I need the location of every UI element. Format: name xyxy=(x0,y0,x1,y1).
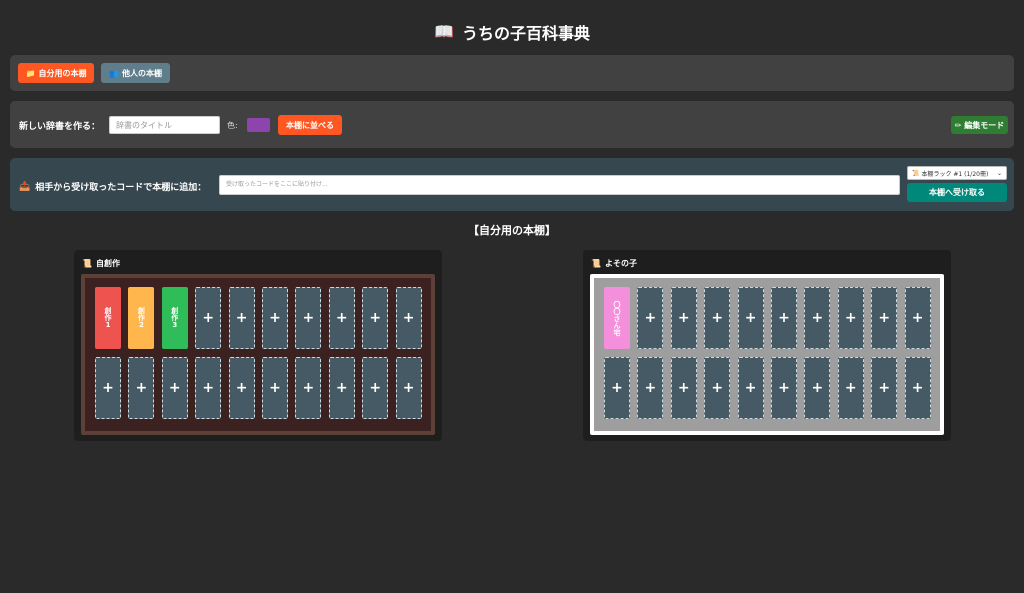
tab-own-label: 自分用の本棚 xyxy=(38,68,87,78)
empty-slot-add-button[interactable]: + xyxy=(737,287,764,349)
page-header: 📖 うちの子百科事典 xyxy=(0,20,1024,44)
empty-slot-add-button[interactable]: + xyxy=(804,357,831,419)
empty-slot-add-button[interactable]: + xyxy=(228,287,255,349)
empty-slot-add-button[interactable]: + xyxy=(195,357,222,419)
empty-slot-add-button[interactable]: + xyxy=(161,357,188,419)
empty-slot-add-button[interactable]: + xyxy=(904,287,931,349)
tab-others-label: 他人の本棚 xyxy=(121,68,162,78)
tab-own-shelf[interactable]: 📁 自分用の本棚 xyxy=(18,63,94,83)
empty-slot-add-button[interactable]: + xyxy=(195,287,222,349)
shelf-tabs-panel: 📁 自分用の本棚 👥 他人の本棚 xyxy=(10,55,1014,91)
empty-slot-add-button[interactable]: + xyxy=(737,357,764,419)
empty-slot-add-button[interactable]: + xyxy=(837,287,864,349)
book-spine[interactable]: 創作2 xyxy=(128,287,155,349)
add-to-shelf-button[interactable]: 本棚に並べる xyxy=(278,115,342,135)
empty-slot-add-button[interactable]: + xyxy=(362,287,389,349)
empty-slot-add-button[interactable]: + xyxy=(604,357,630,419)
book-spine[interactable]: 創作1 xyxy=(95,287,121,349)
chevron-down-icon: ⌄ xyxy=(996,169,1002,177)
empty-slot-add-button[interactable]: + xyxy=(904,357,931,419)
empty-slot-add-button[interactable]: + xyxy=(804,287,831,349)
shelf-title: よその子 xyxy=(604,259,637,268)
section-heading: 【自分用の本棚】 xyxy=(468,224,556,237)
rack-select-value: 本棚ラック #1 (1/20冊) xyxy=(921,170,989,178)
inbox-icon: 📥 xyxy=(19,181,31,192)
empty-slot-add-button[interactable]: + xyxy=(395,287,422,349)
scroll-icon: 📜 xyxy=(82,259,92,268)
empty-slot-add-button[interactable]: + xyxy=(704,287,731,349)
create-dictionary-panel: 新しい辞書を作る： 色: 本棚に並べる ✏ 編集モード xyxy=(10,101,1014,148)
empty-slot-add-button[interactable]: + xyxy=(128,357,155,419)
receive-code-panel: 📥 相手から受け取ったコードで本棚に追加： 📜 本棚ラック #1 (1/20冊)… xyxy=(10,158,1014,211)
empty-slot-add-button[interactable]: + xyxy=(637,357,664,419)
empty-slot-add-button[interactable]: + xyxy=(95,357,121,419)
empty-slot-add-button[interactable]: + xyxy=(871,357,898,419)
shelf-card-self: 📜 自創作 創作1 創作2 創作3 + + + + + + + + + + + + + + + + + xyxy=(74,250,442,441)
folder-icon: 📁 xyxy=(25,68,36,78)
code-input[interactable] xyxy=(219,175,900,195)
tab-others-shelf[interactable]: 👥 他人の本棚 xyxy=(101,63,170,83)
color-picker[interactable] xyxy=(247,118,270,132)
empty-slot-add-button[interactable]: + xyxy=(704,357,731,419)
empty-slot-add-button[interactable]: + xyxy=(328,357,355,419)
empty-slot-add-button[interactable]: + xyxy=(228,357,255,419)
empty-slot-add-button[interactable]: + xyxy=(362,357,389,419)
page-title: うちの子百科事典 xyxy=(461,24,590,43)
empty-slot-add-button[interactable]: + xyxy=(295,357,322,419)
shelf-header: 📜 よその子 xyxy=(591,258,637,269)
receive-label: 相手から受け取ったコードで本棚に追加： xyxy=(35,183,207,193)
shelf-title: 自創作 xyxy=(95,259,120,268)
empty-slot-add-button[interactable]: + xyxy=(670,357,697,419)
people-icon: 👥 xyxy=(109,68,119,78)
empty-slot-add-button[interactable]: + xyxy=(637,287,664,349)
receive-to-shelf-button[interactable]: 本棚へ受け取る xyxy=(907,183,1007,202)
empty-slot-add-button[interactable]: + xyxy=(262,287,288,349)
scroll-icon: 📜 xyxy=(912,169,920,177)
scroll-icon: 📜 xyxy=(591,259,601,268)
empty-slot-add-button[interactable]: + xyxy=(295,287,322,349)
empty-slot-add-button[interactable]: + xyxy=(837,357,864,419)
empty-slot-add-button[interactable]: + xyxy=(328,287,355,349)
bookshelf-rack: 創作1 創作2 創作3 + + + + + + + + + + + + + + + + + xyxy=(81,274,435,435)
new-dictionary-label: 新しい辞書を作る： xyxy=(19,122,101,132)
rack-select[interactable]: 📜 本棚ラック #1 (1/20冊) ⌄ xyxy=(907,166,1007,180)
book-spine[interactable]: 創作3 xyxy=(161,287,188,349)
empty-slot-add-button[interactable]: + xyxy=(670,287,697,349)
bookshelf-rack: 〇〇さん宅 + + + + + + + + + + + + + + + + + + + xyxy=(590,274,944,435)
book-spine[interactable]: 〇〇さん宅 xyxy=(604,287,630,349)
empty-slot-add-button[interactable]: + xyxy=(771,357,797,419)
empty-slot-add-button[interactable]: + xyxy=(262,357,288,419)
shelf-header: 📜 自創作 xyxy=(82,258,120,269)
open-book-icon: 📖 xyxy=(434,22,454,41)
color-label: 色: xyxy=(227,121,238,130)
empty-slot-add-button[interactable]: + xyxy=(395,357,422,419)
receive-label-group: 📥 相手から受け取ったコードで本棚に追加： xyxy=(19,180,207,194)
edit-mode-button[interactable]: ✏ 編集モード xyxy=(951,116,1008,134)
empty-slot-add-button[interactable]: + xyxy=(871,287,898,349)
shelf-card-other: 📜 よその子 〇〇さん宅 + + + + + + + + + + + + + + + + + + + xyxy=(583,250,951,441)
empty-slot-add-button[interactable]: + xyxy=(771,287,797,349)
dictionary-title-input[interactable] xyxy=(109,116,220,134)
